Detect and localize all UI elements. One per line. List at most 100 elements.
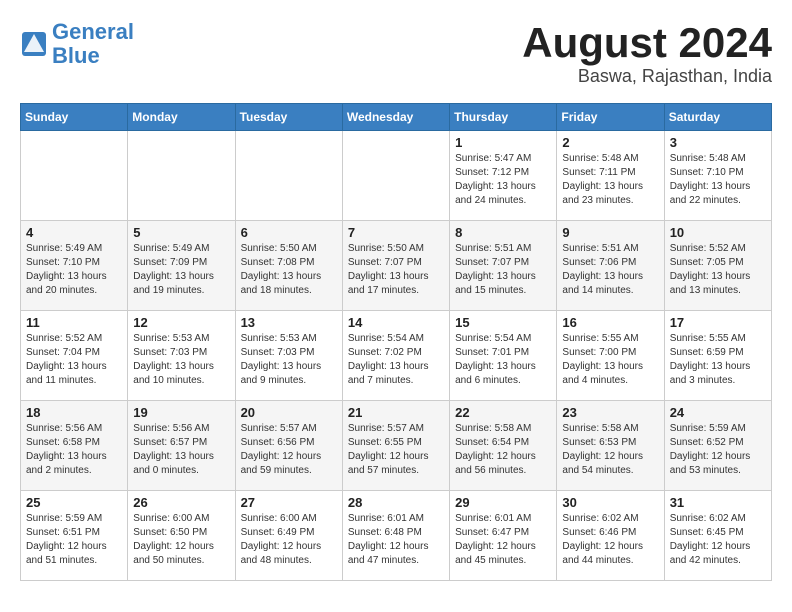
calendar-cell: 9 Sunrise: 5:51 AM Sunset: 7:06 PM Daylig… bbox=[557, 221, 664, 311]
day-info: Sunrise: 5:54 AM Sunset: 7:02 PM Dayligh… bbox=[348, 332, 444, 388]
day-number: 1 bbox=[455, 135, 551, 150]
weekday-header-thursday: Thursday bbox=[450, 104, 557, 131]
day-number: 29 bbox=[455, 495, 551, 510]
day-number: 26 bbox=[133, 495, 229, 510]
day-info: Sunrise: 5:58 AM Sunset: 6:54 PM Dayligh… bbox=[455, 422, 551, 478]
day-info: Sunrise: 5:57 AM Sunset: 6:56 PM Dayligh… bbox=[241, 422, 337, 478]
day-info: Sunrise: 5:58 AM Sunset: 6:53 PM Dayligh… bbox=[562, 422, 658, 478]
weekday-header-monday: Monday bbox=[128, 104, 235, 131]
day-number: 5 bbox=[133, 225, 229, 240]
week-row-5: 25 Sunrise: 5:59 AM Sunset: 6:51 PM Dayli… bbox=[21, 491, 772, 581]
calendar-cell: 27Sunrise: 6:00 AM Sunset: 6:49 PM Dayli… bbox=[235, 491, 342, 581]
day-number: 21 bbox=[348, 405, 444, 420]
logo-line1: General bbox=[52, 19, 134, 44]
logo: General Blue bbox=[20, 20, 134, 68]
calendar-cell: 18Sunrise: 5:56 AM Sunset: 6:58 PM Dayli… bbox=[21, 401, 128, 491]
calendar-cell: 25 Sunrise: 5:59 AM Sunset: 6:51 PM Dayli… bbox=[21, 491, 128, 581]
day-info: Sunrise: 5:55 AM Sunset: 6:59 PM Dayligh… bbox=[670, 332, 766, 388]
calendar-cell: 20 Sunrise: 5:57 AM Sunset: 6:56 PM Dayli… bbox=[235, 401, 342, 491]
calendar-cell: 31 Sunrise: 6:02 AM Sunset: 6:45 PM Dayli… bbox=[664, 491, 771, 581]
weekday-header-sunday: Sunday bbox=[21, 104, 128, 131]
day-info: Sunrise: 5:53 AM Sunset: 7:03 PM Dayligh… bbox=[133, 332, 229, 388]
calendar-cell: 11 Sunrise: 5:52 AM Sunset: 7:04 PM Dayli… bbox=[21, 311, 128, 401]
calendar-cell: 17 Sunrise: 5:55 AM Sunset: 6:59 PM Dayli… bbox=[664, 311, 771, 401]
calendar-cell: 8 Sunrise: 5:51 AM Sunset: 7:07 PM Daylig… bbox=[450, 221, 557, 311]
calendar-cell: 16 Sunrise: 5:55 AM Sunset: 7:00 PM Dayli… bbox=[557, 311, 664, 401]
day-number: 11 bbox=[26, 315, 122, 330]
day-info: Sunrise: 5:55 AM Sunset: 7:00 PM Dayligh… bbox=[562, 332, 658, 388]
calendar-cell: 14Sunrise: 5:54 AM Sunset: 7:02 PM Dayli… bbox=[342, 311, 449, 401]
calendar-cell: 13Sunrise: 5:53 AM Sunset: 7:03 PM Dayli… bbox=[235, 311, 342, 401]
day-info: Sunrise: 5:47 AM Sunset: 7:12 PM Dayligh… bbox=[455, 152, 551, 208]
calendar-table: SundayMondayTuesdayWednesdayThursdayFrid… bbox=[20, 103, 772, 581]
week-row-4: 18Sunrise: 5:56 AM Sunset: 6:58 PM Dayli… bbox=[21, 401, 772, 491]
weekday-header-wednesday: Wednesday bbox=[342, 104, 449, 131]
logo-icon bbox=[20, 30, 48, 58]
calendar-title: August 2024 bbox=[522, 20, 772, 66]
day-info: Sunrise: 5:48 AM Sunset: 7:10 PM Dayligh… bbox=[670, 152, 766, 208]
day-number: 2 bbox=[562, 135, 658, 150]
calendar-cell: 2Sunrise: 5:48 AM Sunset: 7:11 PM Daylig… bbox=[557, 131, 664, 221]
day-number: 12 bbox=[133, 315, 229, 330]
day-info: Sunrise: 5:56 AM Sunset: 6:57 PM Dayligh… bbox=[133, 422, 229, 478]
logo-line2: Blue bbox=[52, 43, 100, 68]
day-info: Sunrise: 5:51 AM Sunset: 7:06 PM Dayligh… bbox=[562, 242, 658, 298]
calendar-cell: 4 Sunrise: 5:49 AM Sunset: 7:10 PM Daylig… bbox=[21, 221, 128, 311]
calendar-cell bbox=[342, 131, 449, 221]
day-info: Sunrise: 5:50 AM Sunset: 7:07 PM Dayligh… bbox=[348, 242, 444, 298]
calendar-cell: 28Sunrise: 6:01 AM Sunset: 6:48 PM Dayli… bbox=[342, 491, 449, 581]
calendar-cell bbox=[21, 131, 128, 221]
day-number: 16 bbox=[562, 315, 658, 330]
day-number: 20 bbox=[241, 405, 337, 420]
day-info: Sunrise: 6:01 AM Sunset: 6:47 PM Dayligh… bbox=[455, 512, 551, 568]
day-info: Sunrise: 6:00 AM Sunset: 6:50 PM Dayligh… bbox=[133, 512, 229, 568]
day-number: 28 bbox=[348, 495, 444, 510]
day-info: Sunrise: 5:50 AM Sunset: 7:08 PM Dayligh… bbox=[241, 242, 337, 298]
calendar-cell: 29 Sunrise: 6:01 AM Sunset: 6:47 PM Dayli… bbox=[450, 491, 557, 581]
day-info: Sunrise: 5:54 AM Sunset: 7:01 PM Dayligh… bbox=[455, 332, 551, 388]
calendar-cell: 15Sunrise: 5:54 AM Sunset: 7:01 PM Dayli… bbox=[450, 311, 557, 401]
day-info: Sunrise: 5:52 AM Sunset: 7:05 PM Dayligh… bbox=[670, 242, 766, 298]
calendar-cell: 5Sunrise: 5:49 AM Sunset: 7:09 PM Daylig… bbox=[128, 221, 235, 311]
calendar-subtitle: Baswa, Rajasthan, India bbox=[522, 66, 772, 87]
calendar-cell: 10 Sunrise: 5:52 AM Sunset: 7:05 PM Dayli… bbox=[664, 221, 771, 311]
calendar-cell: 19 Sunrise: 5:56 AM Sunset: 6:57 PM Dayli… bbox=[128, 401, 235, 491]
day-number: 19 bbox=[133, 405, 229, 420]
calendar-cell: 24 Sunrise: 5:59 AM Sunset: 6:52 PM Dayli… bbox=[664, 401, 771, 491]
day-info: Sunrise: 6:02 AM Sunset: 6:46 PM Dayligh… bbox=[562, 512, 658, 568]
day-info: Sunrise: 6:02 AM Sunset: 6:45 PM Dayligh… bbox=[670, 512, 766, 568]
day-info: Sunrise: 6:00 AM Sunset: 6:49 PM Dayligh… bbox=[241, 512, 337, 568]
week-row-3: 11 Sunrise: 5:52 AM Sunset: 7:04 PM Dayli… bbox=[21, 311, 772, 401]
day-number: 13 bbox=[241, 315, 337, 330]
day-info: Sunrise: 5:59 AM Sunset: 6:51 PM Dayligh… bbox=[26, 512, 122, 568]
day-number: 4 bbox=[26, 225, 122, 240]
week-row-2: 4 Sunrise: 5:49 AM Sunset: 7:10 PM Daylig… bbox=[21, 221, 772, 311]
calendar-cell: 30 Sunrise: 6:02 AM Sunset: 6:46 PM Dayli… bbox=[557, 491, 664, 581]
calendar-cell: 1 Sunrise: 5:47 AM Sunset: 7:12 PM Daylig… bbox=[450, 131, 557, 221]
day-number: 25 bbox=[26, 495, 122, 510]
day-number: 8 bbox=[455, 225, 551, 240]
day-info: Sunrise: 5:51 AM Sunset: 7:07 PM Dayligh… bbox=[455, 242, 551, 298]
calendar-cell: 26 Sunrise: 6:00 AM Sunset: 6:50 PM Dayli… bbox=[128, 491, 235, 581]
weekday-header-tuesday: Tuesday bbox=[235, 104, 342, 131]
day-number: 17 bbox=[670, 315, 766, 330]
day-number: 10 bbox=[670, 225, 766, 240]
calendar-cell: 6Sunrise: 5:50 AM Sunset: 7:08 PM Daylig… bbox=[235, 221, 342, 311]
day-number: 9 bbox=[562, 225, 658, 240]
day-info: Sunrise: 5:59 AM Sunset: 6:52 PM Dayligh… bbox=[670, 422, 766, 478]
calendar-cell: 21 Sunrise: 5:57 AM Sunset: 6:55 PM Dayli… bbox=[342, 401, 449, 491]
calendar-cell: 23Sunrise: 5:58 AM Sunset: 6:53 PM Dayli… bbox=[557, 401, 664, 491]
day-info: Sunrise: 5:49 AM Sunset: 7:10 PM Dayligh… bbox=[26, 242, 122, 298]
logo-text: General Blue bbox=[52, 20, 134, 68]
day-number: 7 bbox=[348, 225, 444, 240]
week-row-1: 1 Sunrise: 5:47 AM Sunset: 7:12 PM Daylig… bbox=[21, 131, 772, 221]
day-number: 22 bbox=[455, 405, 551, 420]
header: General Blue August 2024 Baswa, Rajastha… bbox=[20, 20, 772, 87]
calendar-cell: 7 Sunrise: 5:50 AM Sunset: 7:07 PM Daylig… bbox=[342, 221, 449, 311]
calendar-cell bbox=[235, 131, 342, 221]
day-number: 24 bbox=[670, 405, 766, 420]
day-number: 31 bbox=[670, 495, 766, 510]
day-info: Sunrise: 5:52 AM Sunset: 7:04 PM Dayligh… bbox=[26, 332, 122, 388]
day-number: 30 bbox=[562, 495, 658, 510]
day-info: Sunrise: 5:57 AM Sunset: 6:55 PM Dayligh… bbox=[348, 422, 444, 478]
